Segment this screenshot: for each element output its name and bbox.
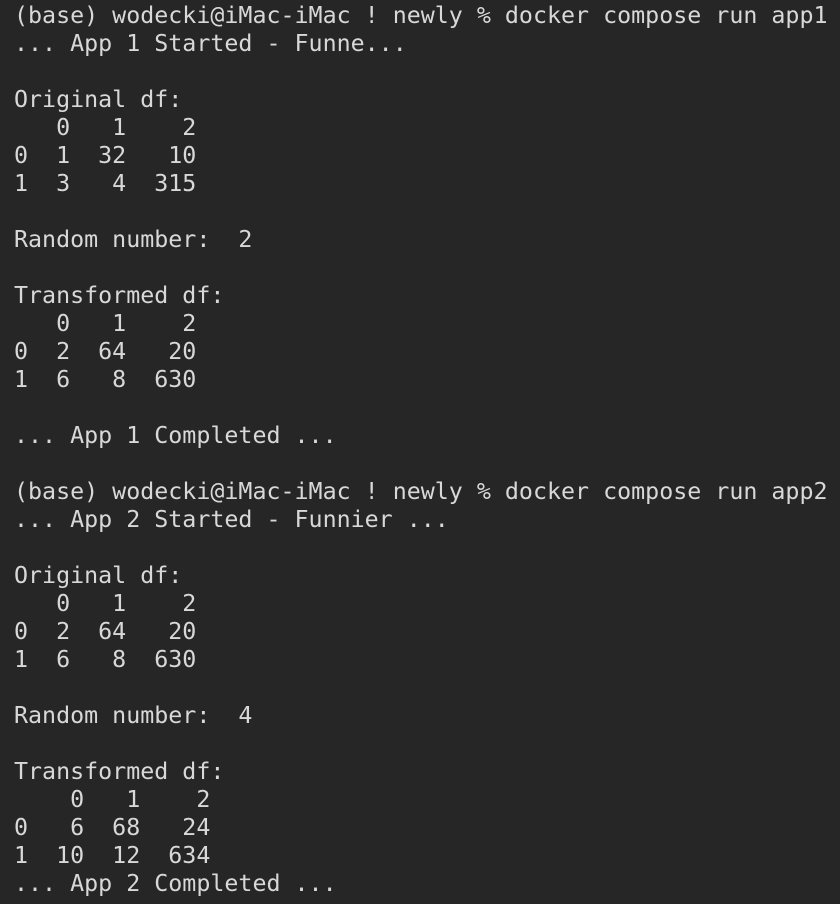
- table-row-line: 1 6 8 630: [14, 646, 197, 673]
- output-line: Random number: 2: [14, 226, 253, 253]
- table-row-line: 0 1 32 10: [14, 142, 197, 169]
- table-row-line: 1 3 4 315: [14, 170, 197, 197]
- output-line: Transformed df:: [14, 282, 225, 309]
- output-line: Transformed df:: [14, 758, 225, 785]
- table-row-line: 0 2 64 20: [14, 618, 197, 645]
- table-row-line: 1 6 8 630: [14, 366, 197, 393]
- table-row-line: 0 2 64 20: [14, 338, 197, 365]
- output-line: Random number: 4: [14, 702, 253, 729]
- output-line: ... App 2 Completed ...: [14, 870, 337, 897]
- table-header-line: 0 1 2: [14, 114, 197, 141]
- command-prompt-line: (base) wodecki@iMac-iMac ! newly % docke…: [14, 478, 828, 505]
- table-header-line: 0 1 2: [14, 590, 197, 617]
- output-line: ... App 1 Started - Funne...: [14, 30, 407, 57]
- table-header-line: 0 1 2: [14, 310, 197, 337]
- output-line: Original df:: [14, 562, 183, 589]
- output-line: ... App 2 Started - Funnier ...: [14, 506, 449, 533]
- table-header-line: 0 1 2: [14, 786, 211, 813]
- command-prompt-line: (base) wodecki@iMac-iMac ! newly % docke…: [14, 2, 828, 29]
- output-line: ... App 1 Completed ...: [14, 422, 337, 449]
- table-row-line: 1 10 12 634: [14, 842, 211, 869]
- terminal-window[interactable]: (base) wodecki@iMac-iMac ! newly % docke…: [0, 0, 840, 904]
- output-line: Original df:: [14, 86, 183, 113]
- table-row-line: 0 6 68 24: [14, 814, 211, 841]
